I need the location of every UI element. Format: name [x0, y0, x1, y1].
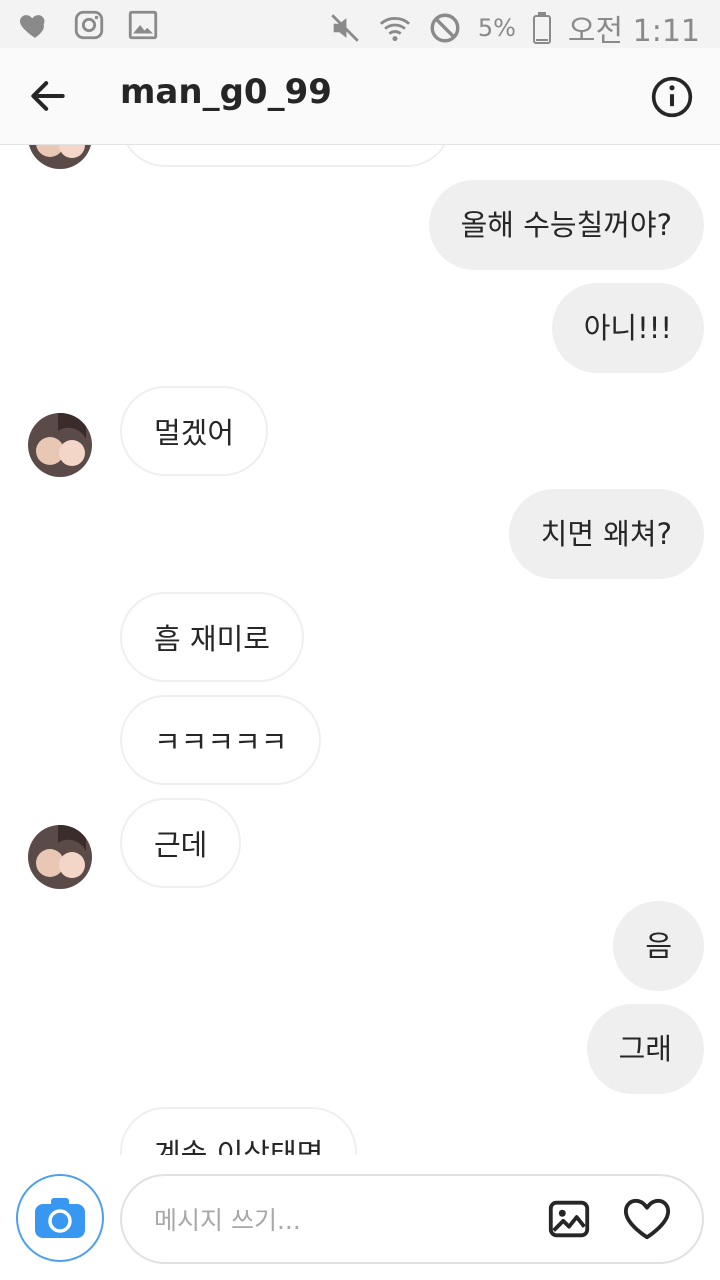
message-bubble-received[interactable]: 근데	[120, 798, 242, 888]
do-not-disturb-icon	[430, 13, 460, 43]
info-icon[interactable]	[650, 75, 694, 119]
camera-icon	[35, 1198, 85, 1238]
heart-like-icon[interactable]	[622, 1196, 672, 1242]
chat-header: man_g0_99	[0, 48, 720, 145]
message-composer	[0, 1156, 720, 1280]
message-bubble-sent[interactable]: 아니!!!	[551, 283, 704, 373]
image-icon	[128, 10, 158, 40]
message-bubble-received[interactable]: 계속 이상태면	[120, 1107, 358, 1155]
gallery-icon[interactable]	[546, 1196, 592, 1242]
heart-icon	[20, 15, 45, 38]
status-bar: 5% 오전 1:11	[0, 0, 720, 49]
battery-percentage: 5%	[477, 14, 516, 42]
message-bubble-sent[interactable]: 치면 왜쳐?	[508, 489, 704, 579]
back-arrow-icon[interactable]	[26, 74, 70, 118]
chat-username[interactable]: man_g0_99	[120, 72, 332, 112]
message-bubble-sent[interactable]: 음	[613, 901, 704, 991]
message-input-wrapper	[120, 1174, 704, 1264]
avatar[interactable]	[28, 825, 92, 889]
clock: 오전 1:11	[567, 14, 700, 49]
message-input[interactable]	[152, 1196, 536, 1244]
message-bubble-received[interactable]: 흠 재미로	[120, 592, 304, 682]
message-bubble-partial[interactable]	[120, 145, 452, 167]
message-thread[interactable]: 올해 수능칠꺼야? 아니!!! 멀겠어 치면 왜쳐? 흠 재미로 ㅋㅋㅋㅋㅋ 근…	[0, 145, 720, 1155]
wifi-icon	[379, 17, 410, 42]
message-bubble-sent[interactable]: 그래	[586, 1004, 704, 1094]
message-bubble-received[interactable]: 멀겠어	[120, 386, 269, 476]
instagram-icon	[74, 10, 104, 40]
battery-icon	[532, 12, 551, 44]
message-bubble-sent[interactable]: 올해 수능칠꺼야?	[428, 180, 704, 270]
message-bubble-received[interactable]: ㅋㅋㅋㅋㅋ	[120, 695, 322, 785]
mute-icon	[331, 14, 359, 42]
avatar[interactable]	[28, 145, 92, 169]
avatar[interactable]	[28, 413, 92, 477]
camera-button[interactable]	[16, 1174, 104, 1262]
